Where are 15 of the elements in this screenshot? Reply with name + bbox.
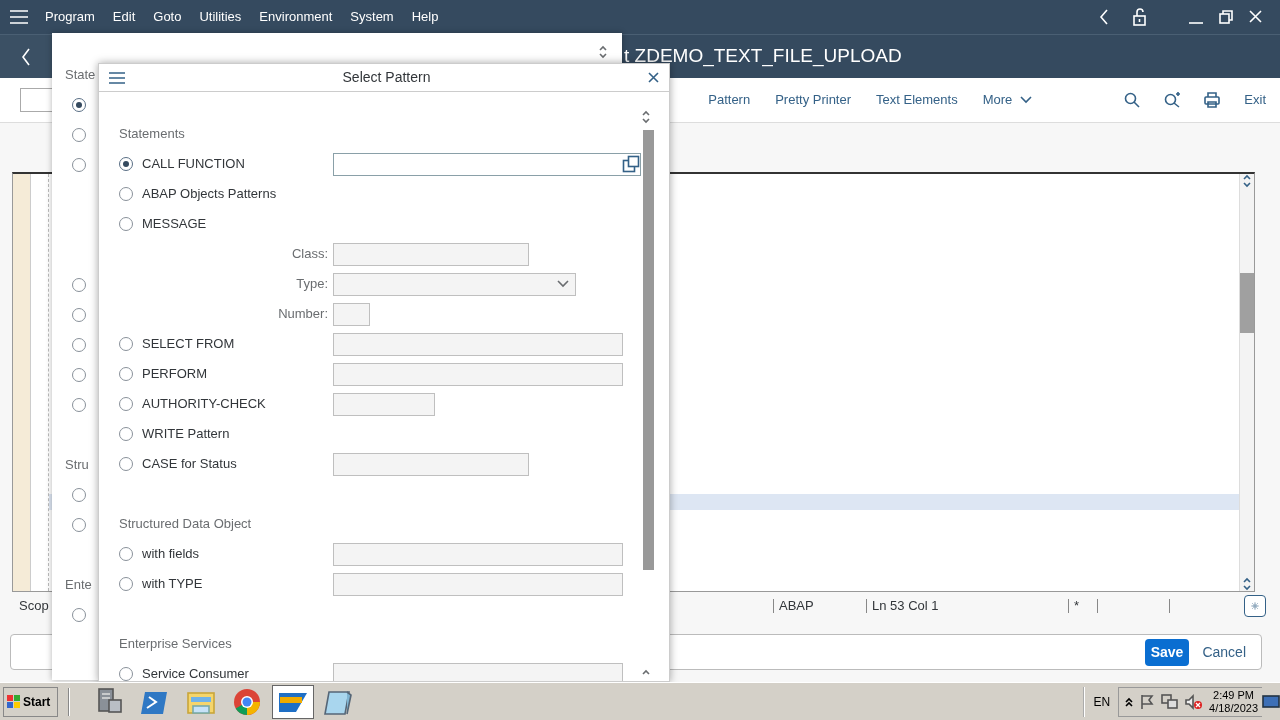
field-label: Number: [277,305,328,324]
modified-status-text: * [1074,598,1080,613]
section-heading: Ente [65,576,92,595]
section-heading: State [65,66,96,85]
language-label: ABAP [779,598,814,613]
cursor-position: Ln 53 Col 1 [872,598,939,613]
scope-label: Scop [19,598,49,614]
section-heading: Stru [65,456,89,475]
field-label: Class: [290,245,328,264]
section-heading: Enterprise Services [119,635,233,654]
page-title: t ZDEMO_TEXT_FILE_UPLOAD [624,44,902,69]
field-label: Type: [295,275,328,294]
dialog-title: Select Pattern [341,68,432,87]
section-heading: Structured Data Object [119,515,253,534]
section-heading: Statements [119,125,186,144]
